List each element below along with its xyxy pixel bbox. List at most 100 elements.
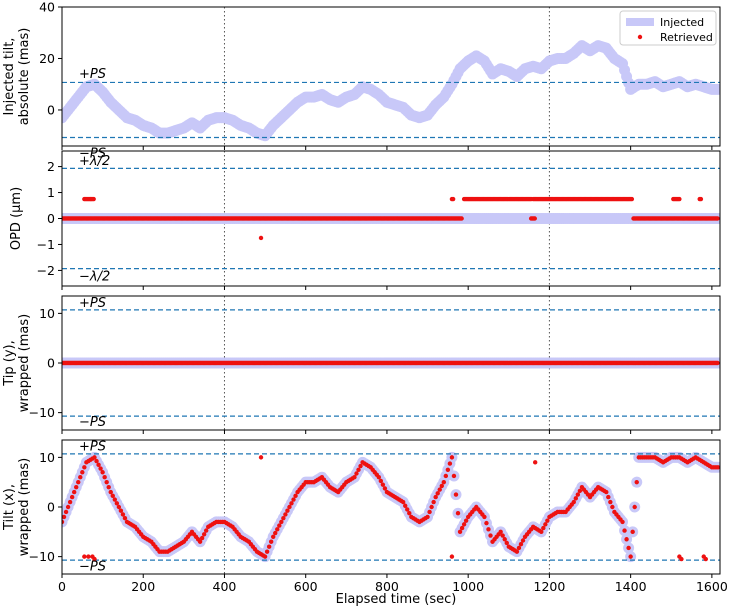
retrieved-point [520, 538, 526, 543]
x-tick-label: 1400 [615, 579, 647, 594]
retrieved-point [435, 491, 440, 496]
retrieved-point [532, 216, 537, 221]
retrieved-point [629, 196, 635, 202]
y-tick-label: 0 [47, 356, 55, 371]
legend: Injected Retrieved [619, 10, 717, 46]
retrieved-point [96, 462, 101, 468]
retrieved-point [264, 549, 270, 554]
retrieved-point [486, 527, 491, 532]
injected-point [712, 83, 720, 95]
retrieved-point [382, 486, 388, 491]
y-tick-label: −2 [37, 263, 55, 278]
retrieved-series [62, 360, 720, 366]
retrieved-point [449, 554, 455, 559]
retrieved-point [275, 527, 280, 532]
threshold-label: −PS [79, 415, 106, 430]
retrieved-point [571, 499, 576, 505]
legend-retrieved-label: Retrieved [660, 31, 713, 44]
retrieved-point [273, 530, 278, 536]
retrieved-point [80, 470, 85, 475]
retrieved-point [632, 504, 637, 510]
retrieved-point [539, 529, 544, 535]
retrieved-point [500, 533, 505, 538]
y-axis-label: wrapped (mas) [17, 314, 32, 412]
retrieved-point [575, 492, 581, 497]
retrieved-point [455, 511, 461, 516]
retrieved-point [289, 501, 294, 506]
retrieved-point [429, 504, 434, 510]
y-tick-label: 1 [47, 185, 55, 200]
retrieved-point [378, 478, 384, 484]
retrieved-point [376, 475, 382, 480]
retrieved-point [380, 482, 386, 487]
retrieved-point [484, 520, 489, 526]
retrieved-point [441, 479, 447, 485]
retrieved-point [433, 494, 438, 500]
retrieved-point [447, 461, 453, 466]
y-tick-label: 10 [39, 306, 55, 321]
retrieved-point [514, 549, 520, 554]
injected-series [62, 40, 720, 142]
retrieved-point [453, 492, 459, 497]
retrieved-point [459, 216, 464, 221]
retrieved-point [112, 497, 118, 502]
retrieved-point [197, 539, 203, 544]
retrieved-point [98, 466, 103, 471]
retrieved-point [677, 196, 682, 202]
retrieved-point [71, 489, 77, 495]
retrieved-point [277, 523, 282, 528]
y-tick-label: −10 [29, 405, 55, 420]
retrieved-point [445, 467, 451, 472]
retrieved-point [450, 196, 456, 202]
retrieved-point [76, 479, 81, 485]
retrieved-point [620, 519, 625, 525]
retrieved-point [281, 515, 286, 521]
retrieved-point [543, 522, 548, 527]
retrieved-point [82, 465, 87, 470]
retrieved-point [116, 504, 122, 510]
retrieved-point [545, 518, 550, 523]
retrieved-point [104, 479, 109, 485]
retrieved-point [715, 216, 720, 221]
retrieved-point [622, 528, 627, 533]
retrieved-point [291, 497, 296, 502]
retrieved-point [354, 471, 359, 476]
legend-injected-label: Injected [660, 16, 704, 29]
retrieved-point [502, 537, 507, 542]
retrieved-point [92, 455, 97, 460]
retrieved-point [577, 488, 583, 494]
retrieved-point [703, 556, 708, 562]
legend-injected-swatch [626, 18, 654, 26]
y-tick-label: 10 [39, 450, 55, 465]
y-tick-label: −1 [37, 237, 55, 252]
retrieved-point [715, 360, 720, 366]
y-tick-label: 0 [47, 211, 55, 226]
retrieved-point [427, 509, 432, 515]
retrieved-point [94, 458, 99, 464]
retrieved-point [78, 475, 83, 480]
y-axis-label: OPD (μm) [9, 187, 24, 250]
retrieved-point [400, 499, 406, 505]
retrieved-point [65, 504, 71, 510]
y-tick-label: 0 [47, 500, 55, 515]
retrieved-point [82, 554, 87, 559]
plot-area [62, 296, 720, 430]
retrieved-point [461, 522, 467, 527]
y-axis-label: absolute (mas) [17, 28, 32, 126]
retrieved-point [352, 475, 357, 480]
retrieved-point [356, 467, 361, 472]
x-tick-label: 1000 [452, 579, 484, 594]
retrieved-point [630, 529, 635, 535]
retrieved-point [541, 525, 546, 531]
threshold-label: −PS [79, 560, 106, 575]
retrieved-point [449, 455, 455, 460]
threshold-label: +PS [79, 67, 106, 82]
retrieved-point [74, 484, 79, 490]
retrieved-point [624, 537, 629, 542]
x-tick-label: 400 [213, 579, 237, 594]
retrieved-point [425, 514, 430, 520]
retrieved-point [283, 512, 288, 517]
retrieved-point [604, 489, 609, 495]
threshold-label: +λ/2 [79, 154, 110, 169]
retrieved-point [482, 514, 487, 520]
